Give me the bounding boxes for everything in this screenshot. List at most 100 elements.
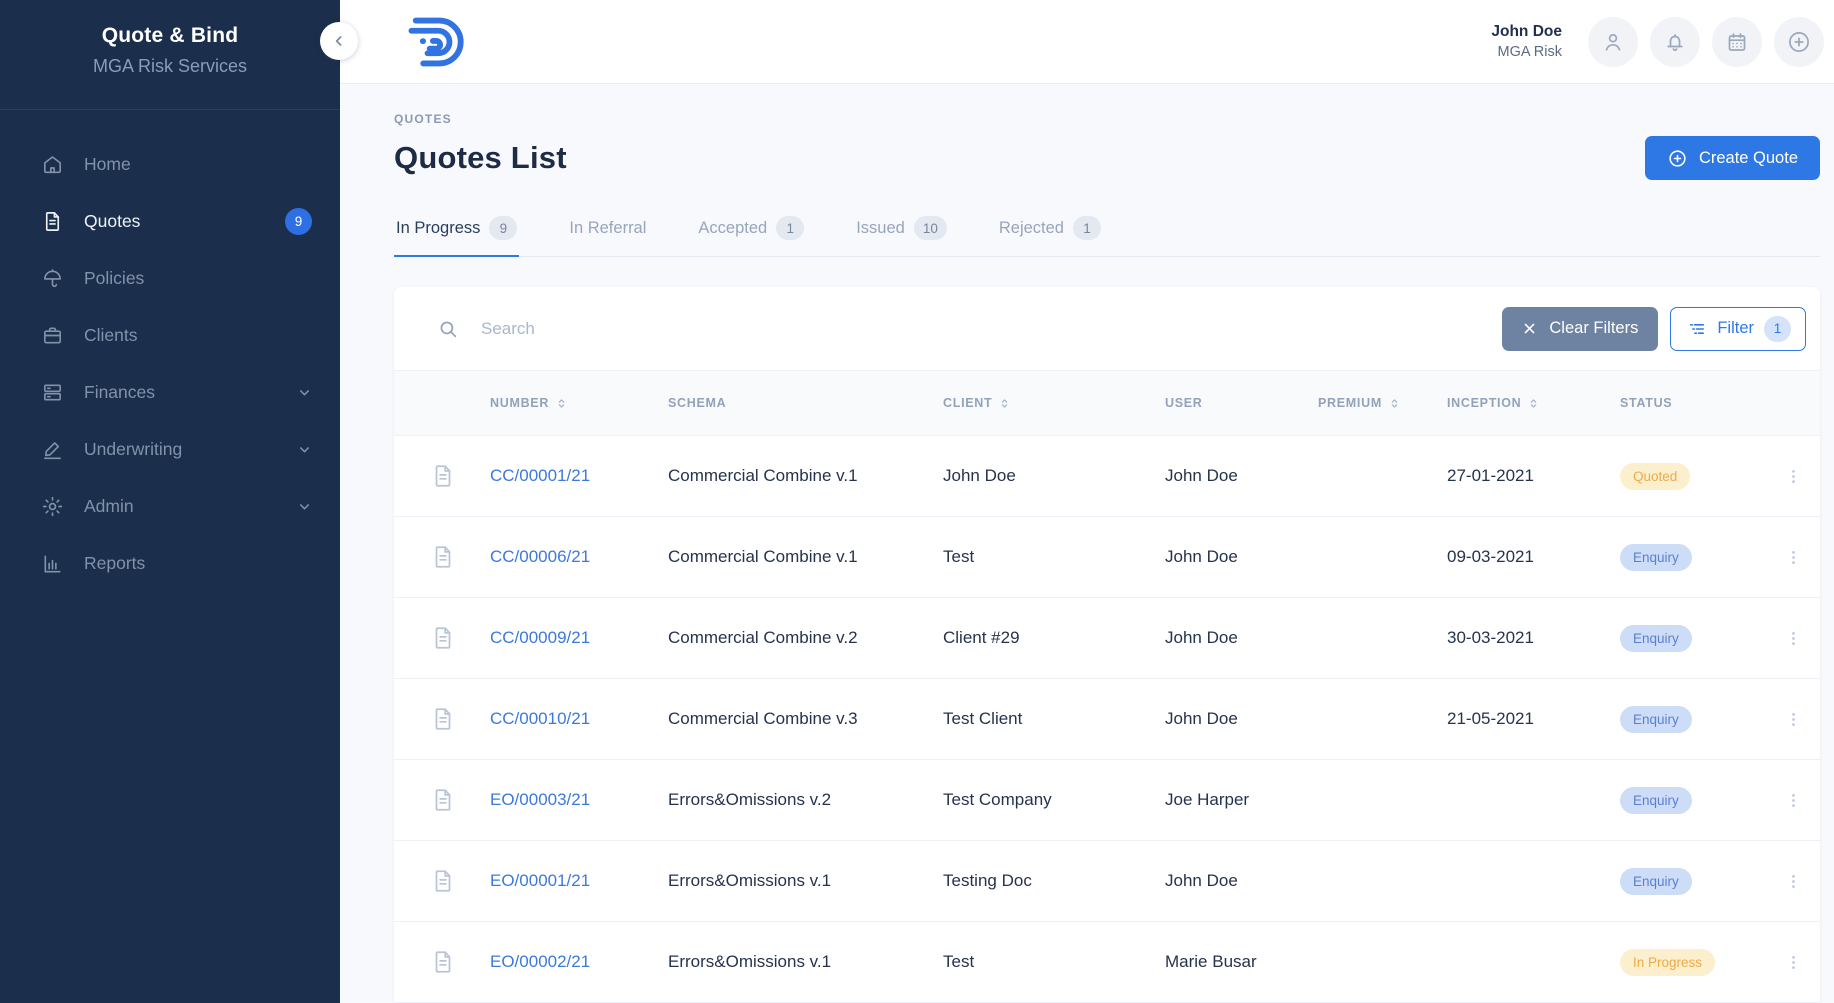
- sort-icon[interactable]: [555, 397, 568, 410]
- sort-icon[interactable]: [998, 397, 1011, 410]
- row-menu-button[interactable]: [1767, 710, 1820, 729]
- tab-accepted[interactable]: Accepted 1: [696, 206, 806, 256]
- table-row[interactable]: EO/00003/21 Errors&Omissions v.2 Test Co…: [394, 760, 1820, 841]
- user-name: John Doe: [1491, 23, 1562, 41]
- calendar-icon: [1725, 30, 1749, 54]
- search-icon: [437, 318, 459, 340]
- gear-icon: [40, 495, 64, 519]
- sort-icon[interactable]: [1527, 397, 1540, 410]
- table-row[interactable]: CC/00010/21 Commercial Combine v.3 Test …: [394, 679, 1820, 760]
- page-content: QUOTES Quotes List Create Quote In Progr…: [340, 84, 1834, 1003]
- quote-number-link[interactable]: CC/00009/21: [490, 628, 668, 648]
- table-row[interactable]: CC/00006/21 Commercial Combine v.1 Test …: [394, 517, 1820, 598]
- quote-number-link[interactable]: EO/00002/21: [490, 952, 668, 972]
- column-header-inception: INCEPTION: [1447, 396, 1620, 410]
- quick-add-button[interactable]: [1774, 17, 1824, 67]
- quote-schema: Commercial Combine v.1: [668, 547, 943, 567]
- document-icon: [394, 706, 490, 732]
- calendar-button[interactable]: [1712, 17, 1762, 67]
- table-body: CC/00001/21 Commercial Combine v.1 John …: [394, 436, 1820, 1003]
- table-row[interactable]: EO/00001/21 Errors&Omissions v.1 Testing…: [394, 841, 1820, 922]
- document-icon: [394, 787, 490, 813]
- quote-user: Marie Busar: [1165, 952, 1318, 972]
- filter-count-badge: 1: [1764, 316, 1791, 342]
- table-header: NUMBER SCHEMA CLIENT USER PREMIUM: [394, 370, 1820, 436]
- tab-label: In Referral: [569, 219, 646, 238]
- chevron-down-icon: [297, 385, 312, 400]
- close-icon: [1522, 321, 1537, 336]
- document-icon: [394, 868, 490, 894]
- quote-client: Test: [943, 547, 1165, 567]
- status-badge: Quoted: [1620, 463, 1690, 490]
- breadcrumb: QUOTES: [394, 112, 1820, 126]
- quote-client: Client #29: [943, 628, 1165, 648]
- quote-inception: 30-03-2021: [1447, 628, 1620, 648]
- notifications-button[interactable]: [1650, 17, 1700, 67]
- quote-number-link[interactable]: CC/00010/21: [490, 709, 668, 729]
- column-header-premium: PREMIUM: [1318, 396, 1447, 410]
- top-header: John Doe MGA Risk: [340, 0, 1834, 84]
- user-block[interactable]: John Doe MGA Risk: [1491, 23, 1562, 60]
- quote-number-link[interactable]: EO/00001/21: [490, 871, 668, 891]
- tab-rejected[interactable]: Rejected 1: [997, 206, 1103, 256]
- search-input[interactable]: [481, 319, 1502, 339]
- kebab-menu-icon: [1784, 710, 1803, 729]
- kebab-menu-icon: [1784, 629, 1803, 648]
- table-row[interactable]: CC/00001/21 Commercial Combine v.1 John …: [394, 436, 1820, 517]
- sidebar-item-finances[interactable]: Finances: [0, 364, 340, 421]
- quotes-card: Clear Filters Filter 1 NUMBER: [394, 287, 1820, 1003]
- tab-label: Issued: [856, 219, 905, 238]
- clear-filters-button[interactable]: Clear Filters: [1502, 307, 1658, 351]
- sidebar-item-label: Finances: [84, 382, 155, 403]
- sidebar-item-label: Policies: [84, 268, 144, 289]
- quote-inception: 09-03-2021: [1447, 547, 1620, 567]
- sidebar-item-underwriting[interactable]: Underwriting: [0, 421, 340, 478]
- tab-in-referral[interactable]: In Referral: [567, 206, 648, 256]
- quote-inception: 21-05-2021: [1447, 709, 1620, 729]
- table-row[interactable]: CC/00009/21 Commercial Combine v.2 Clien…: [394, 598, 1820, 679]
- tab-in-progress[interactable]: In Progress 9: [394, 206, 519, 256]
- profile-button[interactable]: [1588, 17, 1638, 67]
- quote-client: Testing Doc: [943, 871, 1165, 891]
- kebab-menu-icon: [1784, 872, 1803, 891]
- sidebar-item-label: Admin: [84, 496, 134, 517]
- sidebar-item-reports[interactable]: Reports: [0, 535, 340, 592]
- app-title: Quote & Bind: [0, 24, 340, 48]
- row-menu-button[interactable]: [1767, 467, 1820, 486]
- row-menu-button[interactable]: [1767, 953, 1820, 972]
- status-badge: Enquiry: [1620, 706, 1692, 733]
- quote-number-link[interactable]: CC/00001/21: [490, 466, 668, 486]
- quote-number-link[interactable]: CC/00006/21: [490, 547, 668, 567]
- table-row[interactable]: EO/00002/21 Errors&Omissions v.1 Test Ma…: [394, 922, 1820, 1003]
- sidebar-item-label: Quotes: [84, 211, 140, 232]
- sidebar-item-quotes[interactable]: Quotes 9: [0, 193, 340, 250]
- row-menu-button[interactable]: [1767, 791, 1820, 810]
- column-header-status: STATUS: [1620, 396, 1767, 410]
- sidebar-item-label: Reports: [84, 553, 145, 574]
- app-root: Quote & Bind MGA Risk Services Home Quot…: [0, 0, 1834, 1003]
- user-icon: [1601, 30, 1625, 54]
- brand-logo-icon: [400, 12, 470, 72]
- row-menu-button[interactable]: [1767, 548, 1820, 567]
- sort-icon[interactable]: [1388, 397, 1401, 410]
- tab-count-badge: 9: [489, 216, 517, 240]
- sidebar-item-home[interactable]: Home: [0, 136, 340, 193]
- sidebar-item-clients[interactable]: Clients: [0, 307, 340, 364]
- sidebar-collapse-button[interactable]: [320, 22, 358, 60]
- quote-user: John Doe: [1165, 709, 1318, 729]
- quote-schema: Errors&Omissions v.1: [668, 952, 943, 972]
- kebab-menu-icon: [1784, 548, 1803, 567]
- sidebar-menu: Home Quotes 9 Policies Clie: [0, 136, 340, 592]
- document-icon: [394, 544, 490, 570]
- sidebar-item-policies[interactable]: Policies: [0, 250, 340, 307]
- row-menu-button[interactable]: [1767, 629, 1820, 648]
- sidebar-item-admin[interactable]: Admin: [0, 478, 340, 535]
- sidebar-item-label: Clients: [84, 325, 138, 346]
- filter-button[interactable]: Filter 1: [1670, 307, 1806, 351]
- create-quote-label: Create Quote: [1699, 149, 1798, 168]
- sidebar-divider: [0, 109, 340, 110]
- quote-number-link[interactable]: EO/00003/21: [490, 790, 668, 810]
- tab-issued[interactable]: Issued 10: [854, 206, 949, 256]
- row-menu-button[interactable]: [1767, 872, 1820, 891]
- create-quote-button[interactable]: Create Quote: [1645, 136, 1820, 180]
